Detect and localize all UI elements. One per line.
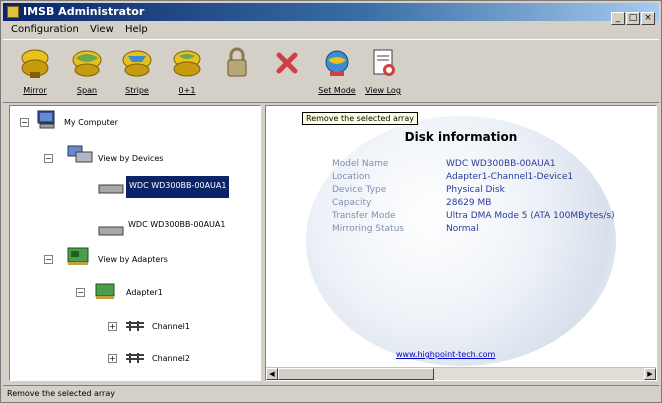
mirror-label: Mirror <box>23 86 47 95</box>
raid01-icon <box>170 46 204 80</box>
remove-button[interactable] <box>265 46 309 100</box>
lock-button[interactable] <box>215 46 259 100</box>
info-value: Adapter1-Channel1-Device1 <box>446 172 574 182</box>
disk-info-title: Disk information <box>404 130 518 144</box>
tree-view-by-adapters[interactable]: View by Adapters <box>98 255 168 264</box>
tree-device-item[interactable]: WDC WD300BB-00AUA1 <box>128 220 225 229</box>
tooltip: Remove the selected array <box>302 112 418 125</box>
detail-pane: Remove the selected array Disk informati… <box>265 105 657 381</box>
app-icon <box>7 6 19 18</box>
info-key: Model Name <box>332 159 389 169</box>
channel-icon <box>126 353 144 363</box>
info-key: Device Type <box>332 185 387 195</box>
remove-icon <box>270 46 304 80</box>
disk-info-table: Model Name WDC WD300BB-00AUA1 Location Ada… <box>332 158 615 236</box>
info-row: Location Adapter1-Channel1-Device1 <box>332 171 615 184</box>
tree-root-my-computer[interactable]: My Computer <box>64 118 118 127</box>
globe-background <box>306 116 616 366</box>
raid01-button[interactable]: 0+1 <box>165 46 209 100</box>
set-mode-icon <box>320 46 354 80</box>
view-log-label: View Log <box>365 86 401 95</box>
scroll-right-icon[interactable]: ▶ <box>644 368 656 380</box>
window-title: IMSB Administrator <box>23 5 145 18</box>
info-value: Normal <box>446 224 479 234</box>
info-value: Physical Disk <box>446 185 505 195</box>
collapse-toggle[interactable]: − <box>44 154 53 163</box>
view-log-button[interactable]: View Log <box>361 46 405 100</box>
menu-configuration[interactable]: Configuration <box>11 22 79 38</box>
lock-icon <box>220 46 254 80</box>
span-label: Span <box>76 86 98 95</box>
collapse-toggle[interactable]: − <box>44 255 53 264</box>
stripe-label: Stripe <box>125 86 149 95</box>
tree-device-item[interactable]: WDC WD300BB-00AUA1 <box>126 176 230 198</box>
tree-channel2[interactable]: Channel2 <box>152 354 190 363</box>
devices-icon <box>67 145 93 163</box>
menu-bar: Configuration View Help <box>3 22 659 38</box>
menu-view[interactable]: View <box>90 22 114 38</box>
set-mode-button[interactable]: Set Mode <box>315 46 359 100</box>
disk-icon <box>98 226 124 236</box>
tree-channel1[interactable]: Channel1 <box>152 322 190 331</box>
adapters-icon <box>67 247 89 265</box>
info-row: Transfer Mode Ultra DMA Mode 5 (ATA 100MB… <box>332 210 615 223</box>
info-key: Location <box>332 172 371 182</box>
website-link[interactable]: www.highpoint-tech.com <box>396 350 495 359</box>
status-text: Remove the selected array <box>7 389 115 398</box>
info-key: Capacity <box>332 198 372 208</box>
info-row: Capacity 28629 MB <box>332 197 615 210</box>
set-mode-label: Set Mode <box>318 86 356 95</box>
app-window: IMSB Administrator _ □ × Configuration Vie… <box>0 0 662 403</box>
span-button[interactable]: Span <box>65 46 109 100</box>
status-bar: Remove the selected array <box>3 385 659 402</box>
horizontal-scrollbar[interactable]: ◀ ▶ <box>266 367 656 380</box>
stripe-button[interactable]: Stripe <box>115 46 159 100</box>
collapse-toggle[interactable]: − <box>20 118 29 127</box>
info-row: Device Type Physical Disk <box>332 184 615 197</box>
info-row: Model Name WDC WD300BB-00AUA1 <box>332 158 615 171</box>
collapse-toggle[interactable]: − <box>76 288 85 297</box>
expand-toggle[interactable]: + <box>108 322 117 331</box>
view-log-icon <box>366 46 400 80</box>
scroll-thumb[interactable] <box>278 368 434 380</box>
toolbar: Mirror Span Stripe 0+1 Set Mode View Log <box>3 39 659 103</box>
device-tree[interactable]: − My Computer − View by Devices WDC WD30… <box>9 105 261 381</box>
stripe-icon <box>120 46 154 80</box>
tree-adapter1[interactable]: Adapter1 <box>126 288 163 297</box>
info-value: 28629 MB <box>446 198 492 208</box>
title-bar[interactable]: IMSB Administrator _ □ × <box>3 3 659 25</box>
info-key: Mirroring Status <box>332 224 404 234</box>
adapter-card-icon <box>95 283 115 299</box>
menu-help[interactable]: Help <box>125 22 148 38</box>
tree-view-by-devices[interactable]: View by Devices <box>98 154 163 163</box>
channel-icon <box>126 321 144 331</box>
disk-icon <box>98 184 124 194</box>
info-key: Transfer Mode <box>332 211 396 221</box>
mirror-icon <box>18 46 52 80</box>
info-value: Ultra DMA Mode 5 (ATA 100MBytes/s) <box>446 211 615 221</box>
computer-icon <box>37 110 55 129</box>
raid01-label: 0+1 <box>178 86 196 95</box>
scroll-left-icon[interactable]: ◀ <box>266 368 278 380</box>
mirror-button[interactable]: Mirror <box>13 46 57 100</box>
expand-toggle[interactable]: + <box>108 354 117 363</box>
info-row: Mirroring Status Normal <box>332 223 615 236</box>
info-value: WDC WD300BB-00AUA1 <box>446 159 556 169</box>
span-icon <box>70 46 104 80</box>
